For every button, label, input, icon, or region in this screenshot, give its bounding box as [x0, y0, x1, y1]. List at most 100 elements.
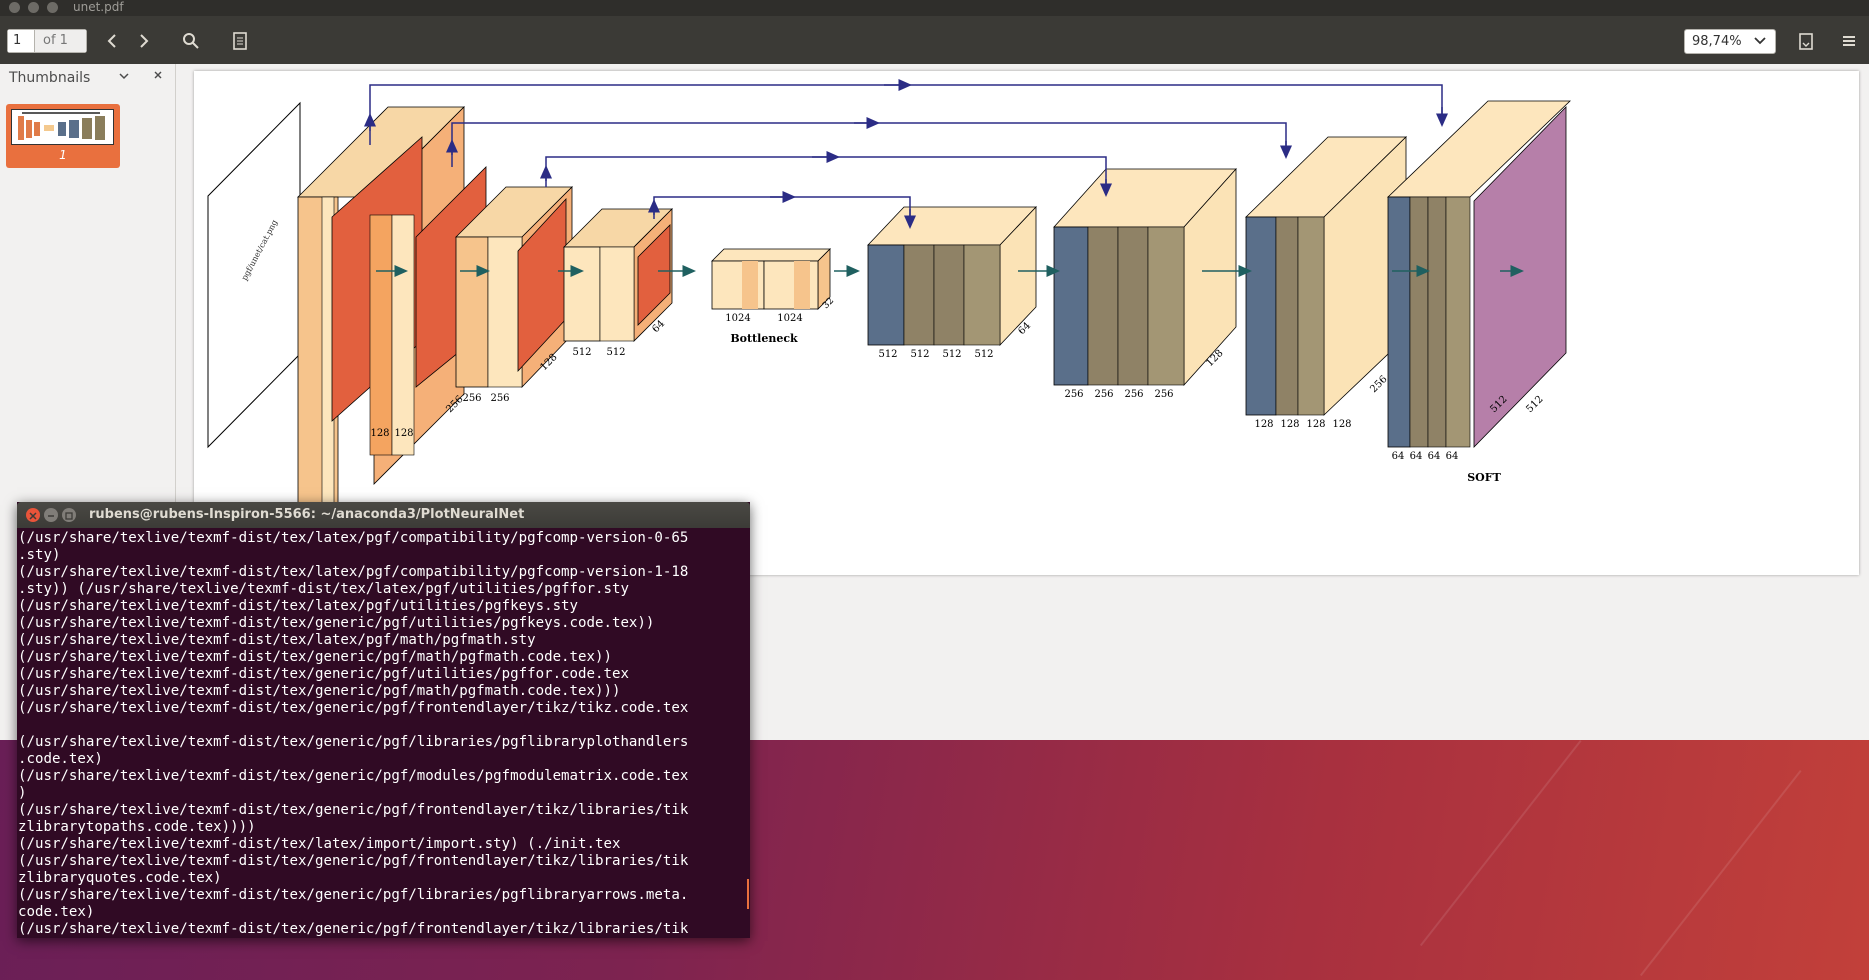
label-d2b: 256 [1094, 389, 1113, 400]
label-d3a: 512 [878, 349, 897, 360]
document-icon [233, 32, 247, 50]
page-selector: 1 of 1 [7, 29, 87, 53]
page-thumbnail[interactable]: 1 [6, 104, 120, 168]
terminal-line: (/usr/share/texlive/texmf-dist/tex/gener… [18, 615, 655, 631]
pdf-page: pgf/unet/cat.png 128 128 256 256 256 128… [194, 71, 1859, 575]
chevron-right-icon [140, 34, 149, 48]
terminal-line: (/usr/share/texlive/texmf-dist/tex/latex… [18, 598, 579, 614]
label-d0d: 64 [1446, 451, 1459, 462]
terminal-line: ) [18, 785, 27, 801]
decoder-block-3 [867, 205, 1037, 347]
menu-button[interactable] [1838, 30, 1860, 52]
unet-diagram: pgf/unet/cat.png 128 128 256 256 256 128… [207, 79, 1571, 575]
close-icon[interactable] [152, 69, 164, 85]
input-image-plane [207, 101, 301, 449]
label-d1z: 256 [1368, 374, 1389, 395]
decoder-block-0 [1387, 100, 1571, 448]
terminal-line: (/usr/share/texlive/texmf-dist/tex/latex… [18, 564, 689, 580]
terminal-line: (/usr/share/texlive/texmf-dist/tex/latex… [18, 836, 621, 852]
close-icon [29, 512, 37, 520]
terminal-line: (/usr/share/texlive/texmf-dist/tex/gener… [18, 734, 689, 750]
thumbnail-preview [11, 109, 114, 145]
label-e3b: 512 [606, 347, 625, 358]
close-window-button[interactable] [9, 2, 20, 13]
maximize-icon [65, 512, 73, 520]
search-icon [183, 33, 199, 49]
label-d1b: 128 [1280, 419, 1299, 430]
label-d0b: 64 [1410, 451, 1423, 462]
label-d0y: 512 [1524, 394, 1545, 415]
page-icon [1799, 33, 1813, 50]
sidebar-title[interactable]: Thumbnails [9, 70, 90, 86]
minimize-window-button[interactable] [28, 2, 39, 13]
terminal-line: zlibraryquotes.code.tex) [18, 870, 222, 886]
label-d1c: 128 [1306, 419, 1325, 430]
label-e1b: 128 [394, 428, 413, 439]
terminal-line: (/usr/share/texlive/texmf-dist/tex/latex… [18, 632, 536, 648]
label-bn-a: 1024 [725, 313, 750, 324]
label-d0c: 64 [1428, 451, 1441, 462]
page-number-input[interactable]: 1 [7, 29, 35, 53]
terminal-line: .code.tex) [18, 751, 103, 767]
terminal-line: code.tex) [18, 904, 95, 920]
label-d3d: 512 [974, 349, 993, 360]
terminal-scrollbar-indicator[interactable] [747, 879, 749, 909]
wallpaper-stripe [1639, 770, 1802, 977]
terminal-window[interactable]: rubens@rubens-Inspiron-5566: ~/anaconda3… [17, 502, 750, 938]
label-e1a: 128 [370, 428, 389, 439]
maximize-window-button[interactable] [47, 2, 58, 13]
previous-page-button[interactable] [101, 30, 123, 52]
terminal-maximize-button[interactable] [62, 508, 76, 522]
terminal-line: (/usr/share/texlive/texmf-dist/tex/latex… [18, 530, 689, 546]
terminal-title: rubens@rubens-Inspiron-5566: ~/anaconda3… [89, 507, 525, 522]
chevron-down-icon [1753, 30, 1767, 60]
terminal-titlebar[interactable]: rubens@rubens-Inspiron-5566: ~/anaconda3… [17, 502, 750, 528]
terminal-line: (/usr/share/texlive/texmf-dist/tex/gener… [18, 887, 689, 903]
terminal-minimize-button[interactable] [44, 508, 58, 522]
wallpaper-stripe [1419, 740, 1582, 947]
window-titlebar: unet.pdf [0, 0, 1869, 16]
thumbnail-page-number: 1 [59, 148, 67, 162]
label-d1d: 128 [1332, 419, 1351, 430]
terminal-output[interactable]: (/usr/share/texlive/texmf-dist/tex/latex… [17, 530, 750, 938]
zoom-value: 98,74% [1692, 34, 1742, 49]
annotations-button[interactable] [229, 30, 251, 52]
terminal-line: (/usr/share/texlive/texmf-dist/tex/gener… [18, 802, 689, 818]
label-e2b: 256 [490, 393, 509, 404]
hamburger-menu-icon [1843, 36, 1855, 46]
label-d2d: 256 [1154, 389, 1173, 400]
terminal-line: zlibrarytopaths.code.tex)))) [18, 819, 256, 835]
terminal-close-button[interactable] [26, 508, 40, 522]
label-d0a: 64 [1392, 451, 1405, 462]
window-title: unet.pdf [73, 0, 124, 14]
decoder-block-1 [1245, 136, 1407, 416]
terminal-line: (/usr/share/texlive/texmf-dist/tex/gener… [18, 683, 621, 699]
next-page-button[interactable] [133, 30, 155, 52]
terminal-line: .sty) [18, 547, 61, 563]
label-e2a: 256 [462, 393, 481, 404]
page-count-label: of 1 [35, 29, 87, 53]
label-e3a: 512 [572, 347, 591, 358]
softmax-caption: SOFT [1467, 471, 1501, 484]
terminal-line: (/usr/share/texlive/texmf-dist/tex/gener… [18, 649, 612, 665]
bottleneck-block [711, 248, 831, 310]
label-d1a: 128 [1254, 419, 1273, 430]
terminal-line: (/usr/share/texlive/texmf-dist/tex/gener… [18, 853, 689, 869]
terminal-line: (/usr/share/texlive/texmf-dist/tex/gener… [18, 921, 689, 937]
decoder-block-2 [1053, 167, 1237, 387]
terminal-line: .sty)) (/usr/share/texlive/texmf-dist/te… [18, 581, 629, 597]
label-d2c: 256 [1124, 389, 1143, 400]
label-bn-b: 1024 [777, 313, 802, 324]
terminal-line: (/usr/share/texlive/texmf-dist/tex/gener… [18, 700, 689, 716]
zoom-select[interactable]: 98,74% [1684, 29, 1776, 54]
viewer-toolbar: 1 of 1 98,74% [0, 16, 1869, 64]
label-d2a: 256 [1064, 389, 1083, 400]
search-button[interactable] [180, 30, 202, 52]
chevron-left-icon [107, 34, 116, 48]
label-d3c: 512 [942, 349, 961, 360]
label-d3b: 512 [910, 349, 929, 360]
chevron-down-icon[interactable] [118, 70, 130, 85]
print-button[interactable] [1795, 30, 1817, 52]
bottleneck-caption: Bottleneck [730, 332, 798, 345]
